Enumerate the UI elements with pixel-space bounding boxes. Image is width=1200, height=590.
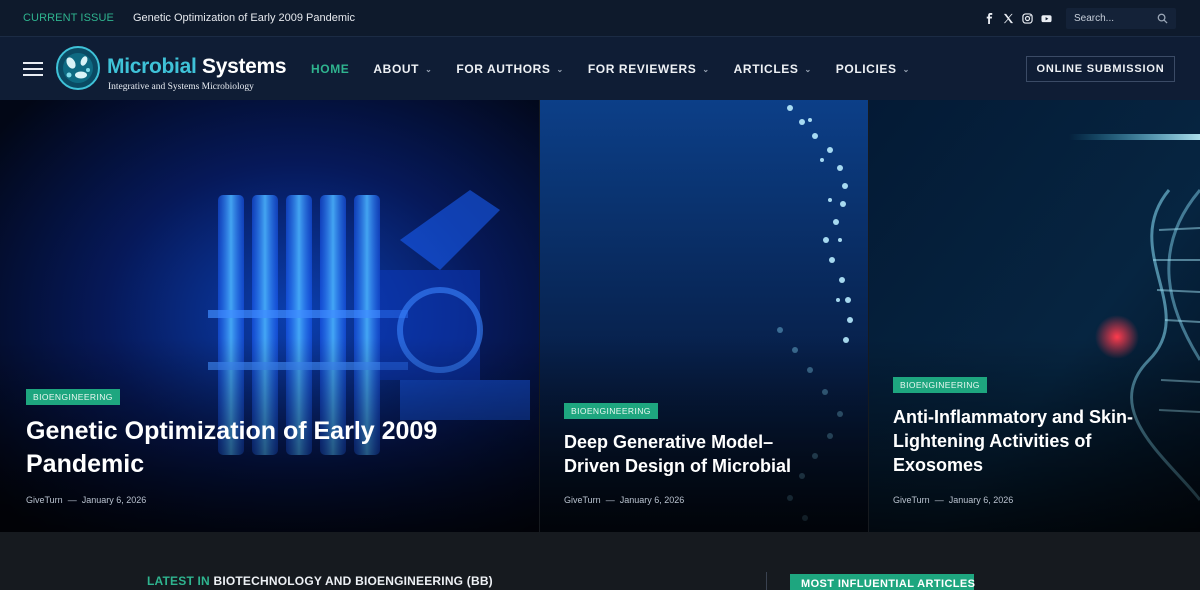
primary-nav: HOME ABOUT ⌄ FOR AUTHORS ⌄ FOR REVIEWERS ⌄ … [311, 62, 934, 76]
current-issue-label: CURRENT ISSUE [23, 12, 114, 24]
youtube-icon[interactable] [1041, 11, 1052, 25]
hero-meta: GiveTurn — January 6, 2026 [26, 495, 147, 505]
social-links [984, 10, 1052, 26]
online-submission-button[interactable]: ONLINE SUBMISSION [1026, 56, 1175, 82]
chevron-down-icon: ⌄ [702, 64, 710, 74]
category-badge[interactable]: BIOENGINEERING [564, 403, 658, 419]
chevron-down-icon: ⌄ [804, 64, 812, 74]
hero-meta: GiveTurn — January 6, 2026 [893, 495, 1014, 505]
logo-title: Microbial Systems [107, 55, 287, 78]
hero-meta: GiveTurn — January 6, 2026 [564, 495, 685, 505]
nav-about[interactable]: ABOUT ⌄ [373, 62, 432, 76]
instagram-icon[interactable] [1022, 11, 1033, 25]
logo-subtitle: Integrative and Systems Microbiology [108, 82, 254, 92]
hero-title[interactable]: Genetic Optimization of Early 2009 Pande… [26, 415, 446, 481]
search-icon[interactable] [1157, 13, 1168, 24]
hamburger-menu-icon[interactable] [23, 62, 43, 76]
column-divider [766, 572, 767, 590]
microbe-logo-icon [56, 46, 100, 90]
nav-for-reviewers[interactable]: FOR REVIEWERS ⌄ [588, 62, 710, 76]
latest-section-heading: LATEST IN BIOTECHNOLOGY AND BIOENGINEERI… [147, 574, 493, 588]
x-icon[interactable] [1003, 11, 1014, 25]
main-navbar: Microbial Systems Integrative and System… [0, 37, 1200, 100]
nav-articles[interactable]: ARTICLES ⌄ [734, 62, 812, 76]
top-bar: CURRENT ISSUE Genetic Optimization of Ea… [0, 0, 1200, 37]
search-box [1066, 8, 1176, 29]
facebook-icon[interactable] [984, 11, 995, 25]
category-badge[interactable]: BIOENGINEERING [893, 377, 987, 393]
most-influential-tab[interactable]: MOST INFLUENTIAL ARTICLES [790, 574, 975, 590]
hero-card-3[interactable]: BIOENGINEERING Anti-Inflammatory and Ski… [869, 100, 1200, 532]
chevron-down-icon: ⌄ [425, 64, 433, 74]
search-input[interactable] [1074, 11, 1154, 26]
chevron-down-icon: ⌄ [556, 64, 564, 74]
hero-card-1[interactable]: BIOENGINEERING Genetic Optimization of E… [0, 100, 539, 532]
hero-title[interactable]: Deep Generative Model–Driven Design of M… [564, 431, 824, 479]
nav-for-authors[interactable]: FOR AUTHORS ⌄ [456, 62, 563, 76]
chevron-down-icon: ⌄ [902, 64, 910, 74]
hero-title[interactable]: Anti-Inflammatory and Skin-Lightening Ac… [893, 406, 1183, 477]
nav-policies[interactable]: POLICIES ⌄ [836, 62, 910, 76]
site-logo[interactable]: Microbial Systems Integrative and System… [54, 43, 287, 95]
current-issue-link[interactable]: Genetic Optimization of Early 2009 Pande… [133, 12, 355, 24]
category-badge[interactable]: BIOENGINEERING [26, 389, 120, 405]
nav-home[interactable]: HOME [311, 62, 349, 76]
hero-card-2[interactable]: BIOENGINEERING Deep Generative Model–Dri… [540, 100, 868, 532]
